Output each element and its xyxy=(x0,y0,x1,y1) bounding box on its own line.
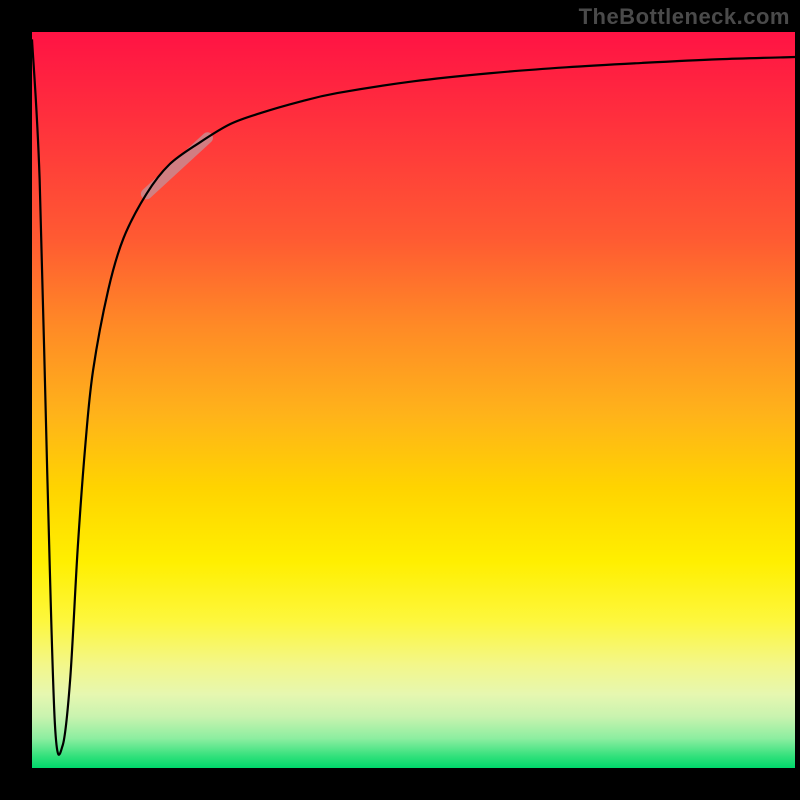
watermark-text: TheBottleneck.com xyxy=(579,4,790,30)
plot-area xyxy=(32,32,795,768)
highlight-segment xyxy=(146,138,207,194)
curve-layer xyxy=(32,32,795,768)
chart-frame: TheBottleneck.com xyxy=(0,0,800,800)
bottleneck-curve xyxy=(32,39,795,754)
